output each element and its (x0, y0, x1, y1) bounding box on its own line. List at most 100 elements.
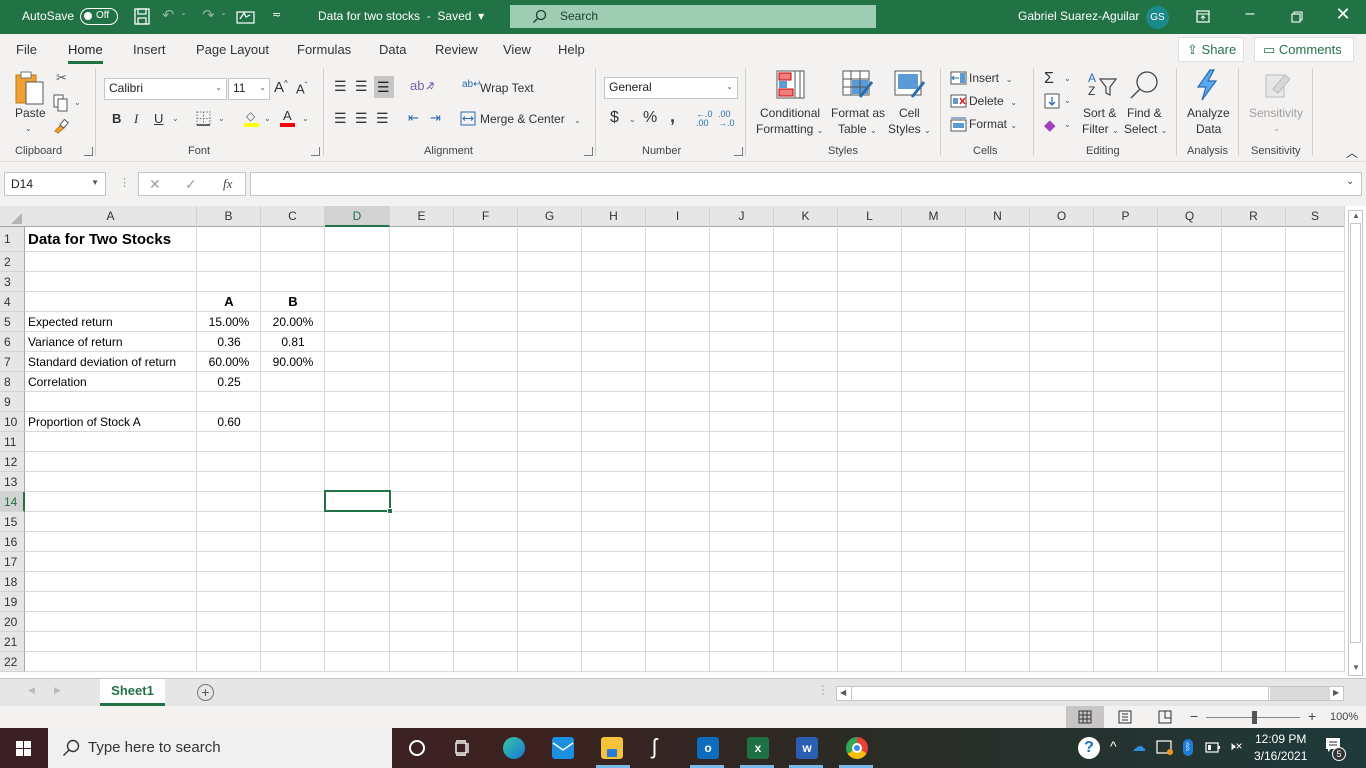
cell-styles-button[interactable]: Cell (899, 106, 920, 120)
cell-c6[interactable]: 0.81 (262, 333, 324, 351)
vertical-scrollbar[interactable]: ▲ ▼ (1348, 210, 1363, 676)
row-header-12[interactable]: 12 (0, 452, 25, 472)
insert-function-icon[interactable]: fx (223, 176, 232, 192)
merge-center-button[interactable]: Merge & Center (480, 112, 565, 126)
row-header-22[interactable]: 22 (0, 652, 25, 672)
bluetooth-icon[interactable]: ᛒ (1183, 739, 1193, 756)
touch-mode-icon[interactable] (236, 9, 256, 24)
restore-button[interactable] (1291, 11, 1303, 23)
page-layout-view-icon[interactable] (1118, 710, 1132, 724)
column-header-p[interactable]: P (1094, 206, 1158, 227)
align-middle-icon[interactable]: ☰ (355, 78, 368, 95)
format-as-table-line2[interactable]: Table ⌄ (838, 122, 877, 136)
tab-insert[interactable]: Insert (133, 42, 166, 57)
row-header-6[interactable]: 6 (0, 332, 25, 352)
undo-icon[interactable]: ↶ (162, 6, 175, 24)
fill-color-button[interactable]: ◇ (244, 109, 260, 127)
cancel-icon[interactable]: ✕ (149, 176, 161, 193)
document-title[interactable]: Data for two stocks - Saved ▾ (318, 9, 484, 23)
clock-date[interactable]: 3/16/2021 (1254, 749, 1307, 763)
align-center-icon[interactable]: ☰ (355, 110, 368, 127)
prev-sheet-icon[interactable]: ◀ (28, 685, 35, 696)
decrease-font-size-icon[interactable]: Aˇ (296, 81, 307, 96)
align-left-icon[interactable]: ☰ (334, 110, 347, 127)
borders-icon[interactable] (196, 111, 212, 127)
row-header-10[interactable]: 10 (0, 412, 25, 432)
share-button[interactable]: ⇪ Share (1178, 37, 1244, 62)
zoom-out-button[interactable]: − (1190, 708, 1198, 724)
decrease-indent-icon[interactable]: ⇤ (408, 110, 419, 126)
percent-button[interactable]: % (643, 109, 657, 127)
cortana-icon[interactable] (409, 740, 425, 756)
tab-home[interactable]: Home (68, 42, 103, 64)
conditional-formatting-button[interactable]: Conditional (760, 106, 820, 120)
column-header-k[interactable]: K (774, 206, 838, 227)
increase-indent-icon[interactable]: ⇥ (430, 110, 441, 126)
bold-button[interactable]: B (112, 111, 121, 126)
outlook-icon[interactable]: o (697, 737, 719, 759)
underline-dropdown-icon[interactable]: ⌄ (172, 114, 179, 123)
font-launcher-icon[interactable] (311, 147, 320, 156)
row-header-19[interactable]: 19 (0, 592, 25, 612)
cell-a10[interactable]: Proportion of Stock A (28, 413, 195, 431)
analyze-data-button[interactable]: Analyze (1187, 106, 1230, 120)
scroll-left-icon[interactable]: ◀ (840, 688, 846, 697)
normal-view-button[interactable] (1066, 706, 1104, 728)
tab-help[interactable]: Help (558, 42, 585, 57)
delete-cells-button[interactable]: Delete ⌄ (969, 94, 1017, 108)
tab-page-layout[interactable]: Page Layout (196, 42, 269, 57)
column-header-l[interactable]: L (838, 206, 902, 227)
column-header-o[interactable]: O (1030, 206, 1094, 227)
row-header-15[interactable]: 15 (0, 512, 25, 532)
format-as-table-button[interactable]: Format as (831, 106, 885, 120)
collapse-ribbon-icon[interactable]: ︿ (1346, 144, 1358, 161)
row-header-20[interactable]: 20 (0, 612, 25, 632)
app-icon[interactable]: ʃ (652, 734, 657, 760)
autosum-dropdown-icon[interactable]: ⌄ (1064, 74, 1071, 83)
cell-a5[interactable]: Expected return (28, 313, 195, 331)
cell-c7[interactable]: 90.00% (262, 353, 324, 371)
zoom-in-button[interactable]: + (1308, 708, 1316, 724)
sensitivity-button[interactable]: Sensitivity (1249, 106, 1303, 120)
column-header-i[interactable]: I (646, 206, 710, 227)
tab-review[interactable]: Review (435, 42, 478, 57)
clear-icon[interactable]: ◆ (1044, 116, 1056, 134)
increase-font-size-icon[interactable]: A^ (274, 79, 288, 96)
copy-icon[interactable] (52, 94, 70, 112)
tab-data[interactable]: Data (379, 42, 406, 57)
scroll-down-icon[interactable]: ▼ (1352, 663, 1360, 672)
font-color-button[interactable]: A (280, 108, 296, 127)
autosave-toggle[interactable]: Off (80, 8, 118, 25)
cell-a7[interactable]: Standard deviation of return (28, 353, 195, 371)
column-header-c[interactable]: C (261, 206, 325, 227)
align-top-icon[interactable]: ☰ (334, 78, 347, 95)
network-icon[interactable] (1156, 740, 1174, 756)
clear-dropdown-icon[interactable]: ⌄ (1064, 120, 1071, 129)
sheet-tab-sheet1[interactable]: Sheet1 (100, 679, 165, 706)
column-header-n[interactable]: N (966, 206, 1030, 227)
cell-a1[interactable]: Data for Two Stocks (28, 228, 193, 251)
column-header-d[interactable]: D (325, 206, 390, 227)
format-painter-icon[interactable] (52, 118, 70, 134)
sort-filter-line2[interactable]: Filter ⌄ (1082, 122, 1119, 136)
font-size-select[interactable]: 11 ⌄ (228, 78, 270, 100)
row-header-13[interactable]: 13 (0, 472, 25, 492)
mail-icon[interactable] (552, 737, 574, 759)
fill-icon[interactable] (1044, 93, 1060, 109)
battery-icon[interactable] (1205, 742, 1221, 753)
find-select-line2[interactable]: Select ⌄ (1124, 122, 1167, 136)
column-header-j[interactable]: J (710, 206, 774, 227)
font-color-dropdown-icon[interactable]: ⌄ (302, 114, 309, 123)
select-all-icon[interactable] (10, 212, 23, 225)
help-icon[interactable]: ? (1078, 737, 1100, 759)
user-name[interactable]: Gabriel Suarez-Aguilar (1018, 9, 1139, 23)
cell-b6[interactable]: 0.36 (198, 333, 260, 351)
column-header-a[interactable]: A (25, 206, 197, 227)
column-header-h[interactable]: H (582, 206, 646, 227)
comma-button[interactable]: , (670, 106, 675, 127)
redo-dropdown-icon[interactable]: ⌄ (220, 8, 227, 17)
insert-cells-button[interactable]: Insert ⌄ (969, 71, 1012, 85)
tab-split-handle[interactable]: ⋮ (817, 683, 829, 697)
fill-color-dropdown-icon[interactable]: ⌄ (264, 114, 271, 123)
file-explorer-icon[interactable] (601, 737, 623, 759)
